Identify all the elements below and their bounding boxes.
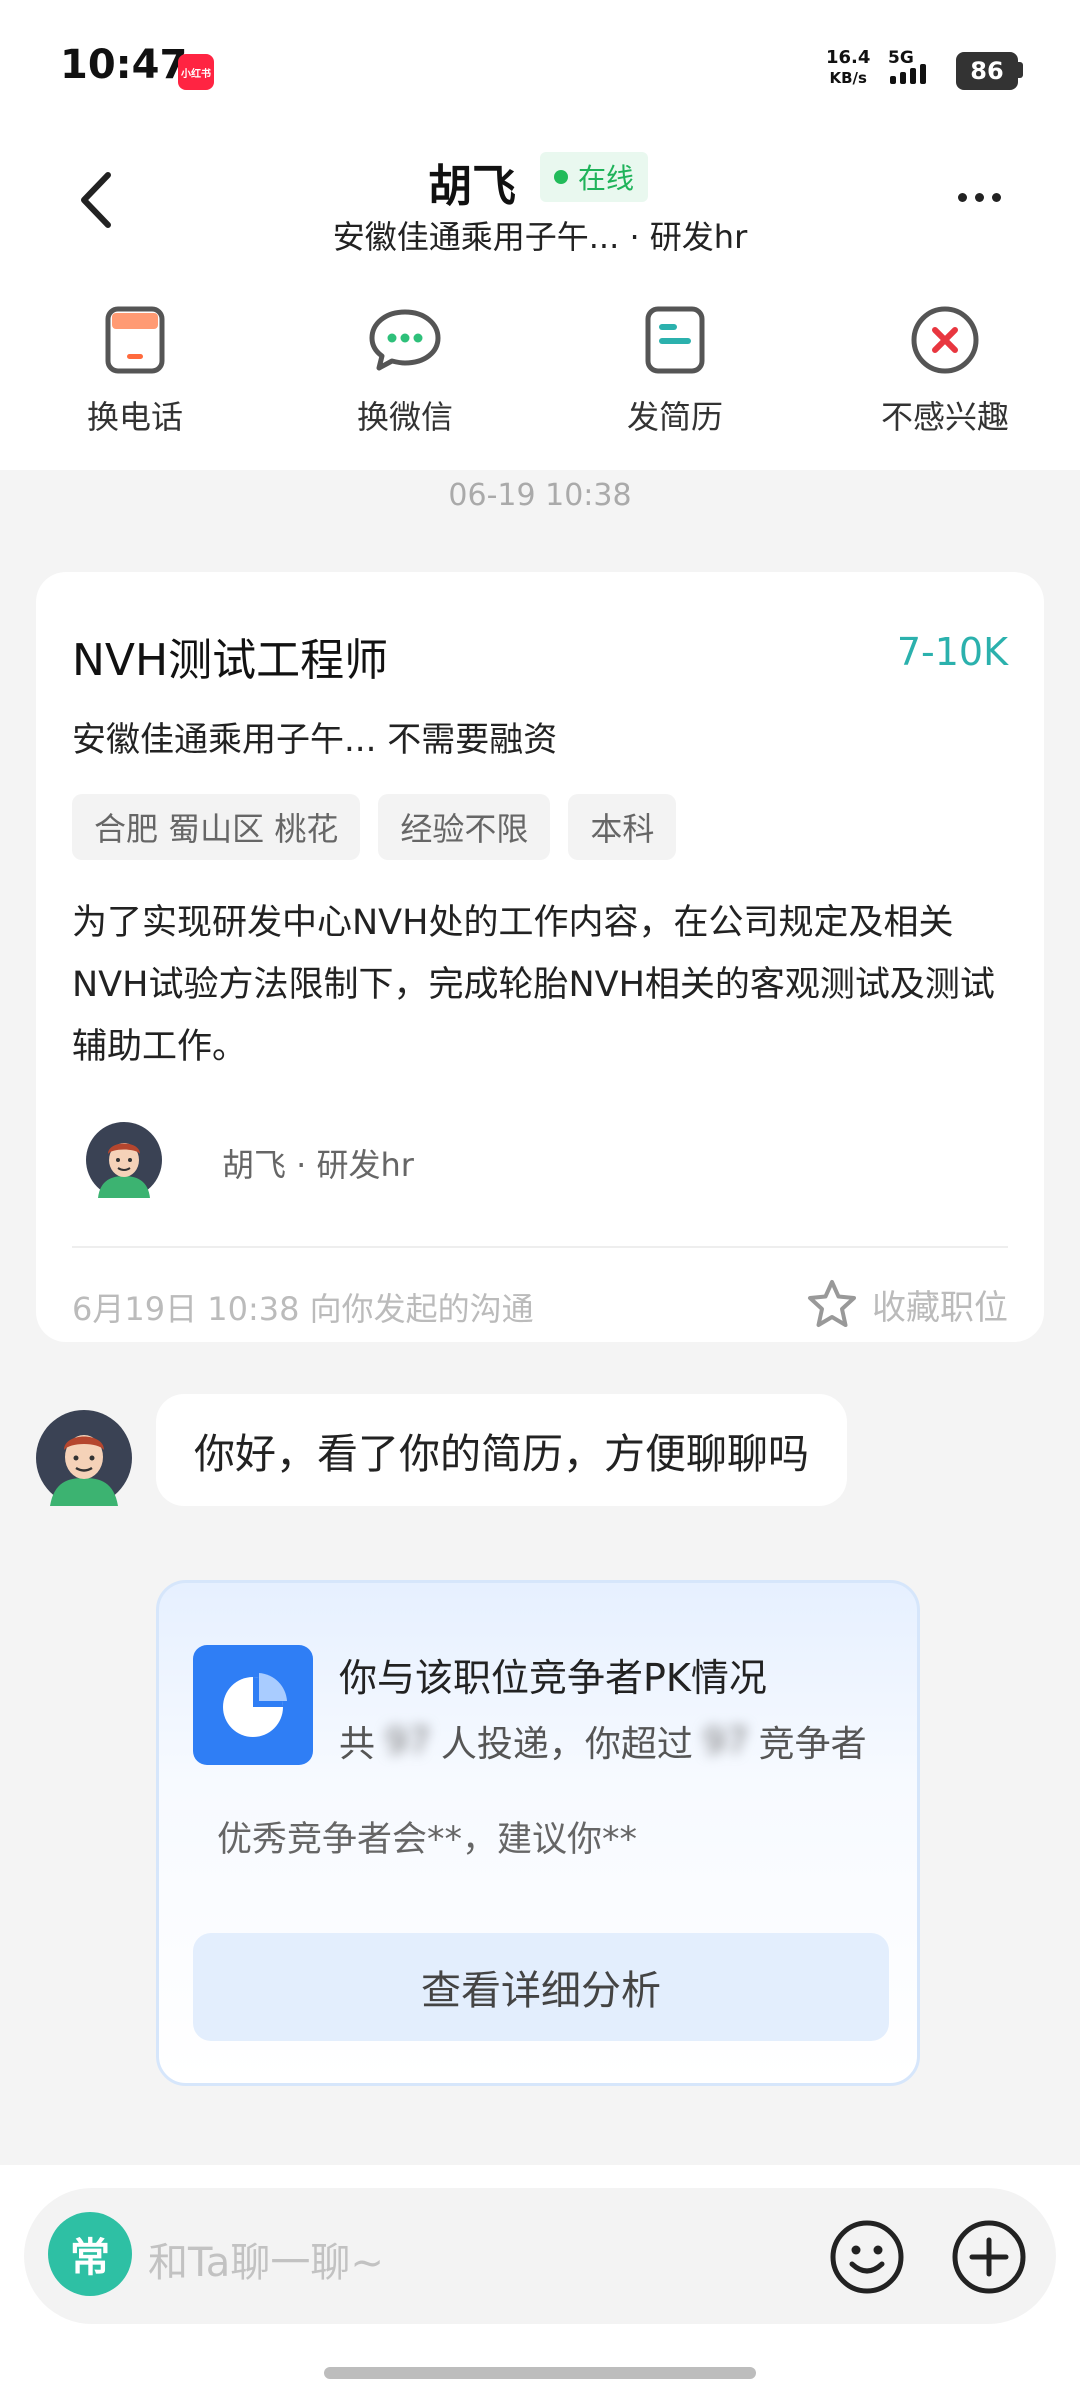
pie-chart-icon	[193, 1645, 313, 1765]
hr-info: 胡飞 · 研发hr	[222, 1146, 414, 1184]
job-title: NVH测试工程师	[72, 635, 389, 686]
card-footer-text: 6月19日 10:38 向你发起的沟通	[72, 1290, 534, 1328]
beaten-count: 97	[702, 1720, 749, 1762]
online-dot-icon	[554, 170, 568, 184]
pk-sub-middle: 人投递，你超过	[440, 1724, 693, 1765]
contact-name: 胡飞	[428, 161, 516, 212]
view-analysis-button[interactable]: 查看详细分析	[193, 1933, 889, 2041]
send-resume-button[interactable]: 发简历	[575, 300, 775, 438]
pk-title: 你与该职位竞争者PK情况	[339, 1656, 767, 1700]
action-label: 不感兴趣	[880, 398, 1009, 436]
pk-summary: 共 97 人投递，你超过 97 竞争者	[339, 1715, 867, 1767]
pk-hint: 优秀竞争者会**，建议你**	[217, 1820, 638, 1860]
exchange-wechat-button[interactable]: 换微信	[305, 300, 505, 438]
competitor-pk-card[interactable]: 你与该职位竞争者PK情况 共 97 人投递，你超过 97 竞争者 优秀竞争者会*…	[156, 1580, 920, 2086]
action-label: 换微信	[356, 398, 453, 436]
emoji-button[interactable]	[828, 2218, 906, 2296]
job-tag: 经验不限	[378, 794, 551, 860]
job-tags: 合肥 蜀山区 桃花 经验不限 本科	[72, 794, 677, 860]
pk-sub-prefix: 共	[339, 1724, 376, 1765]
divider	[72, 1246, 1008, 1248]
wechat-icon	[365, 300, 445, 380]
plus-icon	[952, 2220, 1026, 2294]
sender-avatar[interactable]	[36, 1410, 132, 1506]
hr-avatar	[86, 1122, 162, 1198]
job-salary: 7-10K	[896, 630, 1008, 674]
app-notification-icon: 小红书	[178, 54, 214, 90]
pk-sub-suffix: 竞争者	[758, 1724, 867, 1765]
message-input[interactable]: 和Ta聊一聊~	[148, 2230, 384, 2288]
more-dot-icon	[975, 193, 984, 202]
not-interested-icon	[905, 300, 985, 380]
contact-subtitle: 安徽佳通乘用子午... · 研发hr	[332, 218, 748, 256]
message-timestamp: 06-19 10:38	[448, 478, 632, 513]
favorite-job-button[interactable]: 收藏职位	[806, 1278, 1008, 1330]
online-label: 在线	[578, 162, 635, 195]
emoji-icon	[830, 2220, 904, 2294]
battery-tip	[1018, 62, 1023, 78]
more-actions-button[interactable]	[950, 2218, 1028, 2296]
more-dot-icon	[958, 193, 967, 202]
battery-icon: 86	[956, 52, 1018, 90]
applicant-count: 97	[385, 1720, 431, 1762]
job-card[interactable]: NVH测试工程师 7-10K 安徽佳通乘用子午... 不需要融资 合肥 蜀山区 …	[36, 572, 1044, 1342]
home-indicator[interactable]	[324, 2367, 756, 2379]
quick-phrases-button[interactable]: 常	[48, 2212, 132, 2296]
exchange-phone-button[interactable]: 换电话	[35, 300, 235, 438]
not-interested-button[interactable]: 不感兴趣	[845, 300, 1045, 438]
more-dot-icon	[992, 193, 1001, 202]
job-tag: 合肥 蜀山区 桃花	[72, 794, 361, 860]
phone-icon	[95, 300, 175, 380]
signal-icon	[890, 64, 926, 84]
resume-icon	[635, 300, 715, 380]
action-label: 换电话	[86, 398, 183, 436]
star-icon	[808, 1280, 856, 1327]
network-speed-unit: KB/s	[829, 69, 867, 87]
company-info: 安徽佳通乘用子午... 不需要融资	[72, 720, 558, 760]
favorite-label: 收藏职位	[872, 1287, 1008, 1328]
job-tag: 本科	[568, 794, 677, 860]
job-description: 为了实现研发中心NVH处的工作内容，在公司规定及相关NVH试验方法限制下，完成轮…	[72, 903, 995, 1067]
action-label: 发简历	[626, 398, 723, 436]
network-speed-value: 16.4	[826, 47, 871, 68]
message-bubble[interactable]: 你好，看了你的简历，方便聊聊吗	[156, 1394, 847, 1506]
online-status-badge: 在线	[540, 152, 649, 202]
more-options-button[interactable]	[958, 193, 1001, 202]
network-speed: 16.4 KB/s	[826, 48, 870, 88]
status-time: 10:47	[60, 42, 188, 88]
